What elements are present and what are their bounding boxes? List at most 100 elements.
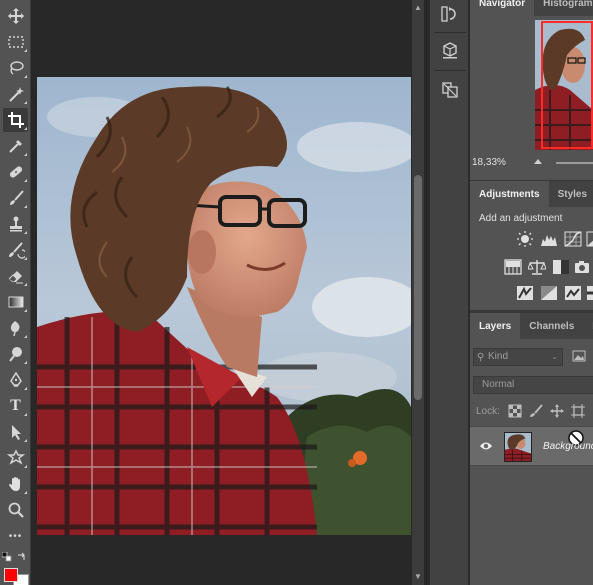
portrait-photo (37, 77, 411, 535)
eraser-tool[interactable] (3, 264, 28, 288)
shape-tool[interactable] (3, 446, 28, 470)
magic-wand-icon (8, 87, 24, 102)
zoom-tool[interactable] (3, 498, 28, 522)
zoom-out-icon[interactable] (533, 157, 543, 165)
healing-brush-tool[interactable] (3, 160, 28, 184)
history-icon (441, 6, 456, 22)
history-brush-tool[interactable] (3, 238, 28, 262)
history-panel-button[interactable] (436, 0, 464, 28)
curves-icon (564, 231, 582, 247)
tab-styles[interactable]: Styles (549, 181, 593, 207)
blend-mode-value: Normal (482, 379, 515, 390)
levels-button[interactable] (540, 231, 558, 247)
dodge-tool[interactable] (3, 342, 28, 366)
eraser-icon (8, 271, 23, 284)
pen-tool[interactable] (3, 368, 28, 392)
dodge-icon (8, 347, 22, 362)
path-selection-tool[interactable] (3, 420, 28, 444)
3d-panel-button[interactable] (436, 36, 464, 64)
chevron-down-icon: ⌄ (551, 352, 558, 361)
eye-icon[interactable] (479, 440, 493, 452)
tab-adjustments[interactable]: Adjustments (470, 181, 549, 207)
tab-histogram[interactable]: Histogram (534, 0, 593, 16)
photo-filter-button[interactable] (574, 259, 592, 275)
clone-stamp-tool[interactable] (3, 212, 28, 236)
invert-button[interactable] (516, 285, 534, 301)
marquee-tool[interactable] (3, 30, 28, 54)
type-icon: T (10, 397, 21, 414)
blur-icon (10, 321, 19, 337)
layer-thumbnail[interactable] (504, 432, 532, 462)
blur-tool[interactable] (3, 316, 28, 340)
vibrance-button[interactable] (504, 259, 522, 275)
photoshop-window: T ••• ▲ ▼ Navigator Histogram 18,33% Adj… (0, 0, 593, 585)
tab-paths[interactable]: P (583, 313, 593, 339)
more-tools-button[interactable]: ••• (3, 524, 28, 548)
brightness-contrast-button[interactable] (516, 231, 534, 247)
custom-shape-icon (6, 449, 25, 465)
threshold-button[interactable] (564, 285, 582, 301)
navigator-panel: Navigator Histogram 18,33% (470, 0, 593, 180)
tab-layers[interactable]: Layers (470, 313, 521, 339)
zoom-value[interactable]: 18,33% (472, 157, 506, 168)
gradient-tool[interactable] (3, 290, 28, 314)
curves-button[interactable] (564, 231, 582, 247)
move-icon (7, 8, 24, 24)
image-filter-icon[interactable] (572, 350, 586, 362)
invert-icon (517, 286, 533, 300)
scroll-down-icon[interactable]: ▼ (412, 571, 424, 583)
crop-icon (7, 112, 24, 128)
swap-colors-icon[interactable] (17, 552, 27, 562)
lock-artboard-button[interactable] (571, 404, 585, 418)
tab-channels[interactable]: Channels (520, 313, 583, 339)
type-tool[interactable]: T (3, 394, 28, 418)
gradient-map-button[interactable] (586, 285, 593, 301)
navigator-tabbar: Navigator Histogram (470, 0, 593, 16)
color-balance-button[interactable] (527, 259, 547, 275)
properties-panel-button[interactable] (436, 76, 464, 104)
exposure-button[interactable] (586, 231, 593, 247)
layer-name[interactable]: Background (543, 441, 593, 452)
hand-tool[interactable] (3, 472, 28, 496)
vibrance-icon (504, 259, 522, 275)
lock-position-button[interactable] (550, 404, 564, 418)
crop-tool[interactable] (3, 108, 28, 132)
magic-wand-tool[interactable] (3, 82, 28, 106)
blend-mode-select[interactable]: Normal (473, 376, 593, 394)
posterize-button[interactable] (540, 285, 558, 301)
canvas-vertical-scrollbar[interactable]: ▲ ▼ (412, 0, 424, 585)
scroll-up-icon[interactable]: ▲ (412, 2, 424, 14)
navigator-view-frame[interactable] (541, 21, 593, 149)
lasso-tool[interactable] (3, 56, 28, 80)
brush-icon (9, 190, 24, 205)
lock-label: Lock: (476, 406, 500, 417)
pen-icon (9, 371, 22, 387)
layer-filter-kind-select[interactable]: ⚲ Kind ⌄ (473, 348, 563, 366)
brush-tool[interactable] (3, 186, 28, 210)
adjustments-tabbar: Adjustments Styles (470, 181, 593, 207)
eyedropper-tool[interactable] (3, 134, 28, 158)
black-white-button[interactable] (552, 259, 570, 275)
zoom-slider[interactable] (556, 162, 593, 164)
layer-row-background[interactable]: Background (470, 426, 593, 466)
layers-panel: Layers Channels P ⚲ Kind ⌄ Normal Lock: (470, 313, 593, 585)
move-tool[interactable] (3, 4, 28, 28)
camera-icon (575, 261, 589, 273)
history-brush-icon (8, 242, 25, 259)
layers-tabbar: Layers Channels P (470, 313, 593, 339)
brush-icon (530, 404, 543, 417)
scrollbar-thumb[interactable] (414, 175, 422, 400)
tab-navigator[interactable]: Navigator (470, 0, 535, 16)
balance-icon (527, 260, 547, 275)
default-colors-icon[interactable] (2, 552, 12, 562)
brightness-icon (517, 231, 533, 247)
levels-icon (541, 235, 557, 246)
lock-transparent-pixels-button[interactable] (508, 404, 522, 418)
document-canvas[interactable]: ▲ ▼ (31, 0, 429, 585)
artboard-icon (571, 404, 585, 418)
checkerboard-icon (508, 404, 522, 418)
posterize-icon (541, 286, 557, 300)
foreground-color-swatch[interactable] (4, 568, 18, 582)
lock-image-pixels-button[interactable] (529, 404, 543, 418)
kind-label: Kind (488, 351, 509, 362)
